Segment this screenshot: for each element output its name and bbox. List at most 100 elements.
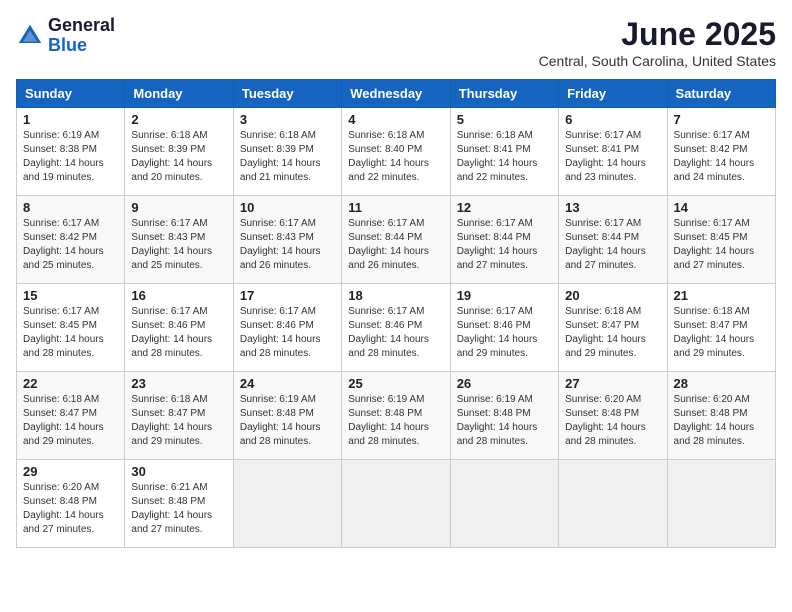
day-number: 30 (131, 464, 226, 479)
day-number: 11 (348, 200, 443, 215)
week-row-4: 22 Sunrise: 6:18 AM Sunset: 8:47 PM Dayl… (17, 372, 776, 460)
main-title: June 2025 (539, 16, 776, 53)
calendar-header-row: Sunday Monday Tuesday Wednesday Thursday… (17, 80, 776, 108)
cell-week3-day5: 20 Sunrise: 6:18 AM Sunset: 8:47 PM Dayl… (559, 284, 667, 372)
day-info: Sunrise: 6:18 AM Sunset: 8:41 PM Dayligh… (457, 129, 552, 185)
subtitle: Central, South Carolina, United States (539, 53, 776, 69)
cell-week1-day0: 1 Sunrise: 6:19 AM Sunset: 8:38 PM Dayli… (17, 108, 125, 196)
day-info: Sunrise: 6:17 AM Sunset: 8:46 PM Dayligh… (348, 305, 443, 361)
day-number: 29 (23, 464, 118, 479)
cell-week2-day6: 14 Sunrise: 6:17 AM Sunset: 8:45 PM Dayl… (667, 196, 775, 284)
cell-week4-day5: 27 Sunrise: 6:20 AM Sunset: 8:48 PM Dayl… (559, 372, 667, 460)
cell-week4-day2: 24 Sunrise: 6:19 AM Sunset: 8:48 PM Dayl… (233, 372, 341, 460)
cell-week3-day4: 19 Sunrise: 6:17 AM Sunset: 8:46 PM Dayl… (450, 284, 558, 372)
day-info: Sunrise: 6:18 AM Sunset: 8:40 PM Dayligh… (348, 129, 443, 185)
day-number: 7 (674, 112, 769, 127)
day-info: Sunrise: 6:17 AM Sunset: 8:45 PM Dayligh… (23, 305, 118, 361)
cell-week2-day5: 13 Sunrise: 6:17 AM Sunset: 8:44 PM Dayl… (559, 196, 667, 284)
day-info: Sunrise: 6:17 AM Sunset: 8:41 PM Dayligh… (565, 129, 660, 185)
day-number: 1 (23, 112, 118, 127)
calendar-table: Sunday Monday Tuesday Wednesday Thursday… (16, 79, 776, 548)
cell-week4-day0: 22 Sunrise: 6:18 AM Sunset: 8:47 PM Dayl… (17, 372, 125, 460)
cell-week5-day2 (233, 460, 341, 548)
day-info: Sunrise: 6:17 AM Sunset: 8:46 PM Dayligh… (240, 305, 335, 361)
day-number: 15 (23, 288, 118, 303)
week-row-1: 1 Sunrise: 6:19 AM Sunset: 8:38 PM Dayli… (17, 108, 776, 196)
logo: General Blue (16, 16, 115, 56)
cell-week3-day2: 17 Sunrise: 6:17 AM Sunset: 8:46 PM Dayl… (233, 284, 341, 372)
day-number: 3 (240, 112, 335, 127)
logo-icon (16, 22, 44, 50)
day-info: Sunrise: 6:17 AM Sunset: 8:43 PM Dayligh… (240, 217, 335, 273)
day-info: Sunrise: 6:18 AM Sunset: 8:47 PM Dayligh… (23, 393, 118, 449)
cell-week2-day1: 9 Sunrise: 6:17 AM Sunset: 8:43 PM Dayli… (125, 196, 233, 284)
day-number: 9 (131, 200, 226, 215)
cell-week3-day3: 18 Sunrise: 6:17 AM Sunset: 8:46 PM Dayl… (342, 284, 450, 372)
day-info: Sunrise: 6:17 AM Sunset: 8:45 PM Dayligh… (674, 217, 769, 273)
day-number: 17 (240, 288, 335, 303)
day-number: 28 (674, 376, 769, 391)
cell-week2-day0: 8 Sunrise: 6:17 AM Sunset: 8:42 PM Dayli… (17, 196, 125, 284)
day-info: Sunrise: 6:17 AM Sunset: 8:44 PM Dayligh… (348, 217, 443, 273)
cell-week1-day4: 5 Sunrise: 6:18 AM Sunset: 8:41 PM Dayli… (450, 108, 558, 196)
day-info: Sunrise: 6:21 AM Sunset: 8:48 PM Dayligh… (131, 481, 226, 537)
day-number: 10 (240, 200, 335, 215)
cell-week1-day5: 6 Sunrise: 6:17 AM Sunset: 8:41 PM Dayli… (559, 108, 667, 196)
day-number: 22 (23, 376, 118, 391)
cell-week5-day3 (342, 460, 450, 548)
cell-week2-day4: 12 Sunrise: 6:17 AM Sunset: 8:44 PM Dayl… (450, 196, 558, 284)
week-row-5: 29 Sunrise: 6:20 AM Sunset: 8:48 PM Dayl… (17, 460, 776, 548)
logo-text: General Blue (48, 16, 115, 56)
day-number: 14 (674, 200, 769, 215)
day-number: 23 (131, 376, 226, 391)
cell-week1-day1: 2 Sunrise: 6:18 AM Sunset: 8:39 PM Dayli… (125, 108, 233, 196)
col-sunday: Sunday (17, 80, 125, 108)
col-tuesday: Tuesday (233, 80, 341, 108)
cell-week3-day0: 15 Sunrise: 6:17 AM Sunset: 8:45 PM Dayl… (17, 284, 125, 372)
day-info: Sunrise: 6:20 AM Sunset: 8:48 PM Dayligh… (565, 393, 660, 449)
day-number: 5 (457, 112, 552, 127)
cell-week5-day4 (450, 460, 558, 548)
title-block: June 2025 Central, South Carolina, Unite… (539, 16, 776, 69)
cell-week1-day2: 3 Sunrise: 6:18 AM Sunset: 8:39 PM Dayli… (233, 108, 341, 196)
day-number: 21 (674, 288, 769, 303)
logo-blue: Blue (48, 36, 115, 56)
day-number: 6 (565, 112, 660, 127)
day-info: Sunrise: 6:17 AM Sunset: 8:42 PM Dayligh… (23, 217, 118, 273)
day-info: Sunrise: 6:18 AM Sunset: 8:39 PM Dayligh… (131, 129, 226, 185)
day-number: 2 (131, 112, 226, 127)
day-info: Sunrise: 6:19 AM Sunset: 8:38 PM Dayligh… (23, 129, 118, 185)
day-info: Sunrise: 6:19 AM Sunset: 8:48 PM Dayligh… (240, 393, 335, 449)
day-number: 8 (23, 200, 118, 215)
col-friday: Friday (559, 80, 667, 108)
day-info: Sunrise: 6:18 AM Sunset: 8:47 PM Dayligh… (674, 305, 769, 361)
cell-week5-day5 (559, 460, 667, 548)
day-number: 12 (457, 200, 552, 215)
cell-week5-day1: 30 Sunrise: 6:21 AM Sunset: 8:48 PM Dayl… (125, 460, 233, 548)
cell-week5-day0: 29 Sunrise: 6:20 AM Sunset: 8:48 PM Dayl… (17, 460, 125, 548)
col-wednesday: Wednesday (342, 80, 450, 108)
day-number: 25 (348, 376, 443, 391)
day-info: Sunrise: 6:18 AM Sunset: 8:39 PM Dayligh… (240, 129, 335, 185)
cell-week4-day4: 26 Sunrise: 6:19 AM Sunset: 8:48 PM Dayl… (450, 372, 558, 460)
day-number: 18 (348, 288, 443, 303)
day-info: Sunrise: 6:17 AM Sunset: 8:42 PM Dayligh… (674, 129, 769, 185)
day-number: 16 (131, 288, 226, 303)
cell-week4-day6: 28 Sunrise: 6:20 AM Sunset: 8:48 PM Dayl… (667, 372, 775, 460)
day-info: Sunrise: 6:17 AM Sunset: 8:44 PM Dayligh… (565, 217, 660, 273)
cell-week3-day1: 16 Sunrise: 6:17 AM Sunset: 8:46 PM Dayl… (125, 284, 233, 372)
cell-week2-day2: 10 Sunrise: 6:17 AM Sunset: 8:43 PM Dayl… (233, 196, 341, 284)
day-number: 4 (348, 112, 443, 127)
cell-week5-day6 (667, 460, 775, 548)
week-row-2: 8 Sunrise: 6:17 AM Sunset: 8:42 PM Dayli… (17, 196, 776, 284)
cell-week4-day1: 23 Sunrise: 6:18 AM Sunset: 8:47 PM Dayl… (125, 372, 233, 460)
col-saturday: Saturday (667, 80, 775, 108)
cell-week4-day3: 25 Sunrise: 6:19 AM Sunset: 8:48 PM Dayl… (342, 372, 450, 460)
cell-week2-day3: 11 Sunrise: 6:17 AM Sunset: 8:44 PM Dayl… (342, 196, 450, 284)
col-thursday: Thursday (450, 80, 558, 108)
day-number: 24 (240, 376, 335, 391)
day-number: 13 (565, 200, 660, 215)
day-info: Sunrise: 6:20 AM Sunset: 8:48 PM Dayligh… (674, 393, 769, 449)
cell-week1-day6: 7 Sunrise: 6:17 AM Sunset: 8:42 PM Dayli… (667, 108, 775, 196)
day-info: Sunrise: 6:19 AM Sunset: 8:48 PM Dayligh… (457, 393, 552, 449)
